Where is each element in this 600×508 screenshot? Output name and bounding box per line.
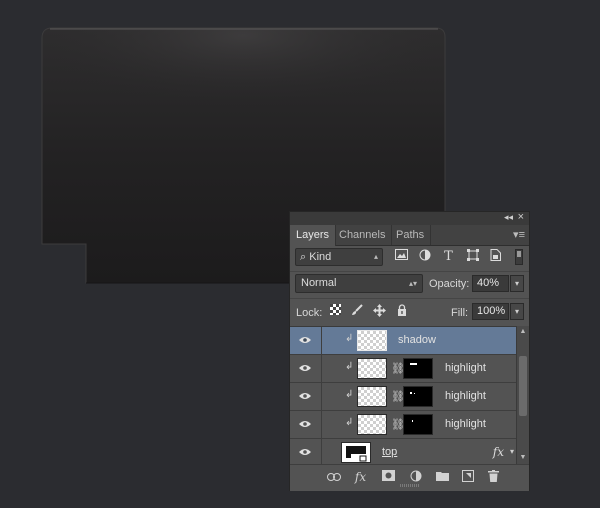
blend-mode-select[interactable]: Normal ▴▾	[295, 274, 423, 293]
layer-row[interactable]: ↲ ⛓ highlight	[290, 383, 516, 411]
blend-row: Normal ▴▾ Opacity: 40% ▾	[290, 272, 529, 296]
layers-scrollbar[interactable]: ▲ ▼	[516, 326, 529, 464]
close-panel-icon[interactable]: ×	[518, 211, 524, 223]
layer-thumbnail	[357, 386, 387, 407]
add-mask-icon[interactable]	[381, 470, 396, 485]
fill-input[interactable]: 100%	[472, 303, 509, 320]
layers-panel: ◂◂ × Layers Channels Paths ▾≡ ⌕ Kind ▴ T	[289, 211, 530, 491]
divider	[290, 298, 529, 299]
visibility-toggle[interactable]	[290, 439, 322, 465]
filter-toggle-switch[interactable]	[515, 249, 523, 265]
lock-row: Lock: Fill: 100% ▾	[290, 300, 529, 324]
panel-title-bar: ◂◂ ×	[290, 211, 529, 226]
layer-thumbnail	[357, 358, 387, 379]
opacity-value: 40%	[477, 277, 500, 289]
blend-mode-value: Normal	[301, 277, 337, 289]
fill-value: 100%	[477, 305, 506, 317]
layer-name: highlight	[445, 418, 486, 430]
device-glow	[43, 29, 444, 160]
clipping-mask-icon: ↲	[345, 389, 354, 400]
layer-name: shadow	[398, 334, 436, 346]
delete-icon[interactable]	[486, 470, 501, 485]
layer-thumbnail	[357, 414, 387, 435]
select-arrows-icon: ▴	[373, 252, 378, 261]
layer-row[interactable]: ↲ shadow	[290, 327, 516, 355]
mask-link-icon[interactable]: ⛓	[391, 418, 405, 431]
mask-link-icon[interactable]: ⛓	[391, 362, 405, 375]
visibility-toggle[interactable]	[290, 411, 322, 438]
type-filter-icon[interactable]: T	[441, 249, 456, 264]
smart-object-filter-icon[interactable]	[488, 249, 503, 264]
scroll-thumb[interactable]	[519, 356, 527, 416]
opacity-label: Opacity:	[429, 278, 470, 290]
tab-channels[interactable]: Channels	[333, 225, 393, 245]
panel-menu-icon[interactable]: ▾≡	[513, 228, 525, 241]
lock-all-icon[interactable]	[395, 304, 409, 318]
opacity-dropdown-button[interactable]: ▾	[510, 275, 524, 292]
adjustment-layer-icon[interactable]	[408, 470, 423, 485]
shape-filter-icon[interactable]	[465, 249, 480, 264]
visibility-toggle[interactable]	[290, 355, 322, 382]
layer-row[interactable]: top fx ▾	[290, 439, 516, 465]
adjustment-filter-icon[interactable]	[417, 249, 432, 264]
clipping-mask-icon: ↲	[345, 333, 354, 344]
mask-link-icon[interactable]: ⛓	[391, 390, 405, 403]
visibility-toggle[interactable]	[290, 383, 322, 410]
layer-mask-thumbnail[interactable]	[403, 386, 433, 407]
layer-row[interactable]: ↲ ⛓ highlight	[290, 411, 516, 439]
filter-row: ⌕ Kind ▴ T	[290, 246, 529, 270]
eye-icon	[299, 393, 311, 399]
lock-label: Lock:	[296, 307, 323, 319]
tab-paths[interactable]: Paths	[390, 225, 432, 245]
layer-effects-icon[interactable]: fx	[493, 445, 504, 459]
kind-label: Kind	[309, 251, 332, 263]
search-icon: ⌕	[300, 251, 307, 263]
layer-mask-thumbnail[interactable]	[403, 414, 433, 435]
clipping-mask-icon: ↲	[345, 361, 354, 372]
lock-transparent-icon[interactable]	[328, 304, 342, 318]
scroll-up-icon[interactable]: ▲	[517, 326, 529, 338]
eye-icon	[299, 365, 311, 371]
lock-image-icon[interactable]	[350, 304, 364, 318]
layer-name: highlight	[445, 362, 486, 374]
layer-mask-thumbnail[interactable]	[403, 358, 433, 379]
new-group-icon[interactable]	[435, 470, 450, 485]
panel-tabs: Layers Channels Paths ▾≡	[290, 225, 529, 246]
layer-name: highlight	[445, 390, 486, 402]
kind-filter-select[interactable]: ⌕ Kind ▴	[295, 248, 383, 266]
layer-name: top	[382, 446, 398, 458]
image-filter-icon[interactable]	[394, 249, 409, 264]
layer-thumbnail	[341, 442, 371, 463]
layer-row[interactable]: ↲ ⛓ highlight	[290, 355, 516, 383]
fill-dropdown-button[interactable]: ▾	[510, 303, 524, 320]
expand-effects-icon[interactable]: ▾	[510, 447, 514, 456]
layer-thumbnail	[357, 330, 387, 351]
layers-list: ↲ shadow ↲ ⛓ highlight ↲ ⛓ highlight ↲ ⛓…	[290, 326, 516, 465]
opacity-input[interactable]: 40%	[472, 275, 509, 292]
eye-icon	[299, 421, 311, 427]
clipping-mask-icon: ↲	[345, 417, 354, 428]
fill-label: Fill:	[451, 307, 469, 319]
fx-icon[interactable]: fx	[353, 470, 368, 485]
visibility-toggle[interactable]	[290, 327, 322, 354]
resize-grip[interactable]	[400, 484, 420, 487]
select-arrows-icon: ▴▾	[408, 279, 417, 288]
link-layers-icon[interactable]	[326, 470, 341, 485]
scroll-down-icon[interactable]: ▼	[517, 452, 529, 464]
collapse-panel-icon[interactable]: ◂◂	[504, 212, 513, 223]
eye-icon	[299, 449, 311, 455]
lock-position-icon[interactable]	[372, 304, 386, 318]
eye-icon	[299, 337, 311, 343]
tab-layers[interactable]: Layers	[290, 225, 337, 246]
new-layer-icon[interactable]	[460, 470, 475, 485]
